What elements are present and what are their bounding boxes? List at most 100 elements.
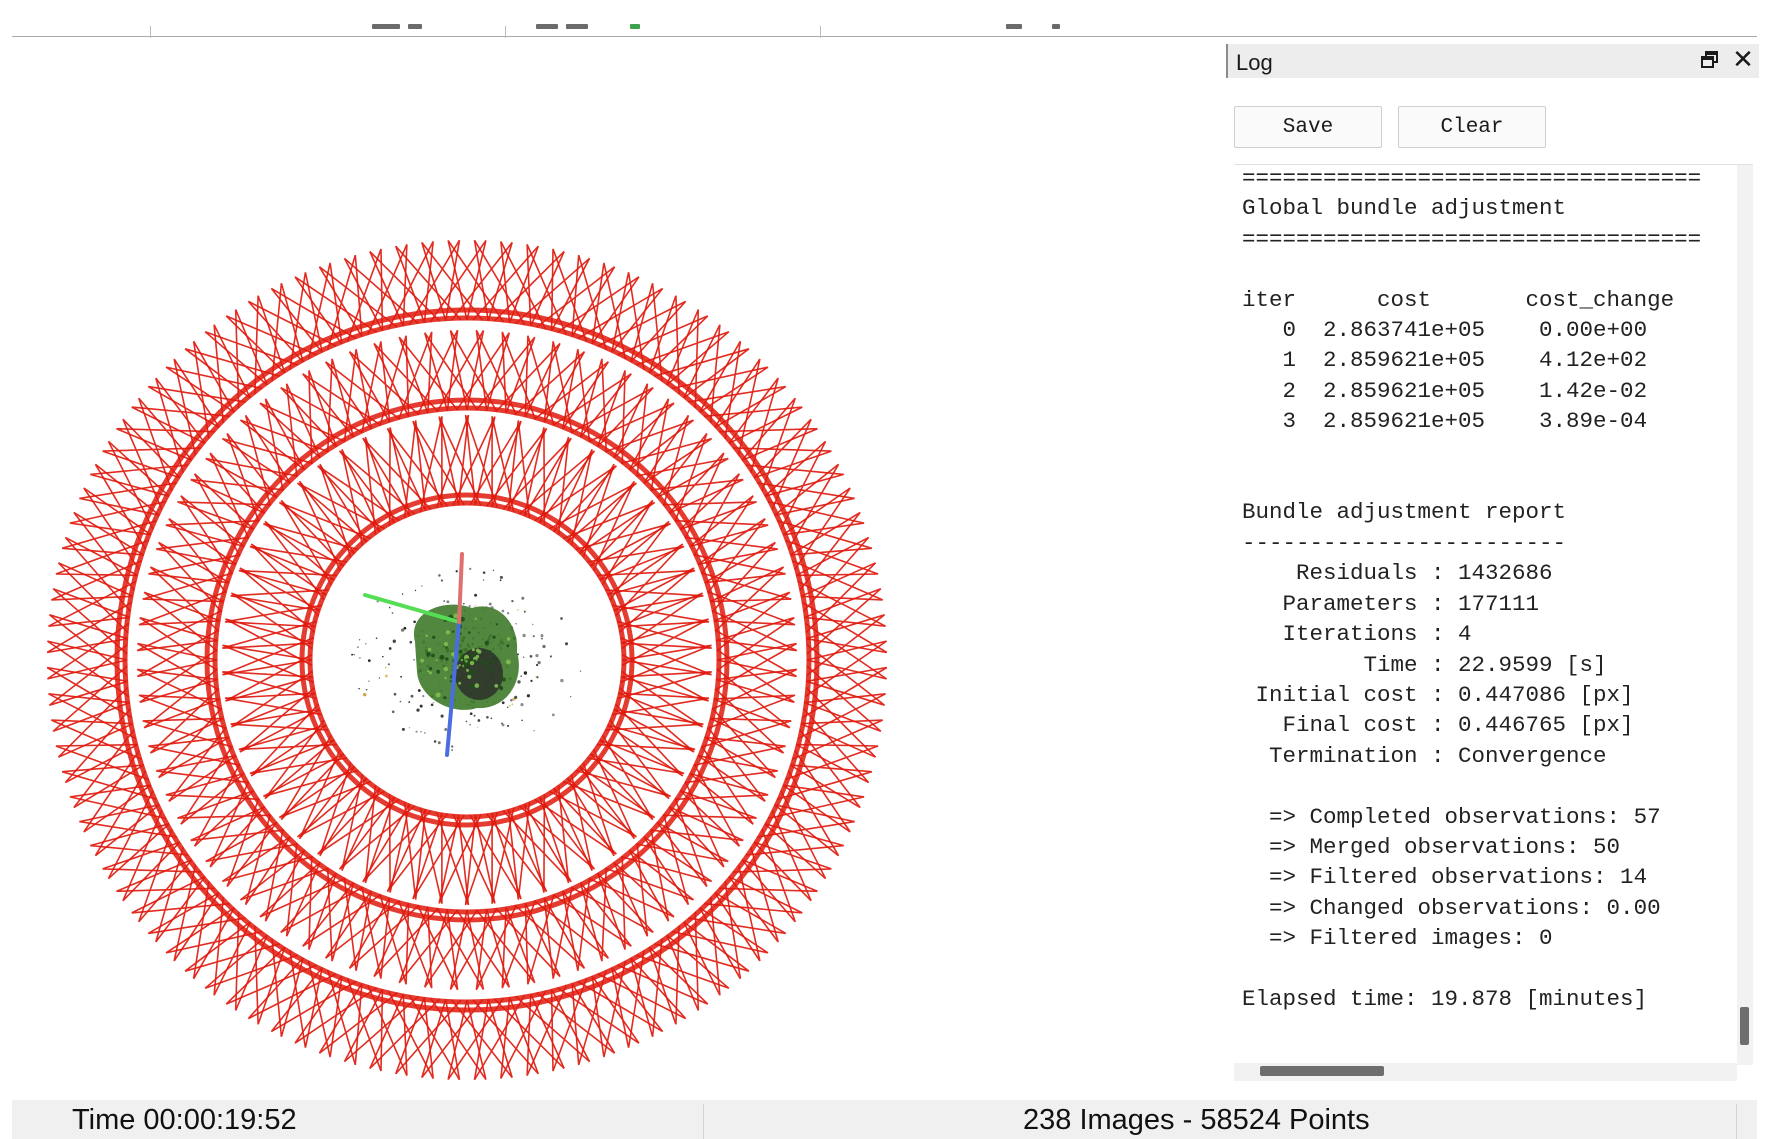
point [540,637,543,640]
point [419,704,423,708]
point [535,676,538,678]
toolbar-separator [820,26,821,38]
toolbar-icon[interactable] [630,24,640,29]
reconstructed-model [413,604,519,710]
point [358,687,360,690]
horizontal-scrollbar[interactable] [1234,1063,1737,1081]
reconstruction-viewport[interactable] [12,40,1222,1100]
point [351,653,354,656]
point [560,617,563,620]
point [501,723,505,727]
model-point [443,641,449,647]
point [468,604,471,608]
model-point [466,668,469,672]
vertical-scrollbar-thumb[interactable] [1740,1007,1749,1045]
point [417,689,421,692]
vertical-scrollbar[interactable] [1737,165,1753,1065]
model-point [486,696,489,699]
point [486,715,489,719]
point [510,699,513,702]
point [413,658,415,661]
point [469,712,473,715]
clear-button[interactable]: Clear [1398,106,1546,148]
model-point [500,675,503,679]
model-point [467,631,471,634]
point [526,694,531,698]
restore-window-icon[interactable] [1699,49,1721,71]
point [535,663,539,667]
point [408,701,410,704]
point [438,574,441,577]
horizontal-scrollbar-thumb[interactable] [1260,1066,1384,1076]
status-bar: Time 00:00:19:52 238 Images - 58524 Poin… [12,1100,1757,1139]
point [443,600,446,602]
point [469,567,472,571]
point [532,635,535,638]
point [365,643,367,645]
point [501,609,505,613]
camera-frustum [259,383,346,477]
log-titlebar: Log ✕ [1226,44,1759,78]
point [560,678,564,683]
point [378,677,381,679]
point [432,701,435,704]
point [523,610,526,613]
point [414,589,417,592]
model-point [499,686,503,690]
close-icon[interactable]: ✕ [1731,46,1755,74]
model-point [420,658,425,663]
model-point [470,652,475,657]
point [391,612,394,614]
point [465,720,468,723]
model-point [458,663,461,667]
point [477,719,481,722]
toolbar-icon[interactable] [536,24,558,29]
reconstruction-scene[interactable] [12,40,1222,1100]
model-point [425,634,428,637]
model-point [439,654,445,660]
status-separator [1736,1104,1737,1139]
point [400,675,403,678]
status-separator [703,1104,704,1139]
point [509,704,511,707]
model-point [467,674,472,679]
save-button[interactable]: Save [1234,106,1382,148]
model-point [460,658,463,662]
point [514,695,518,700]
toolbar-icon[interactable] [408,24,422,29]
point [422,695,425,698]
point [535,653,539,658]
point [529,655,533,658]
point [388,606,391,609]
toolbar-icon[interactable] [1052,24,1060,29]
toolbar-icon[interactable] [372,24,400,29]
model-point [481,660,487,666]
model-point [463,663,468,668]
model-point [477,649,482,654]
point [408,727,411,729]
point [499,575,503,579]
point [474,605,477,607]
point [469,723,471,726]
log-text-area[interactable]: ================================== Globa… [1234,164,1753,1081]
model-point [435,692,441,698]
toolbar-icon[interactable] [1006,24,1022,29]
model-point [492,659,496,664]
toolbar-icon[interactable] [566,24,588,29]
point [515,623,517,625]
point [446,600,450,604]
point [482,571,486,574]
point [393,692,397,696]
model-point [486,662,490,666]
point [367,659,371,662]
point [415,730,418,733]
model-point [469,670,474,675]
point [579,670,582,672]
point [474,593,478,597]
model-point [505,659,511,665]
point [532,623,534,626]
toolbar-separator [150,26,151,38]
point [499,579,502,582]
toolbar-strip [0,0,1768,40]
point [537,660,541,665]
